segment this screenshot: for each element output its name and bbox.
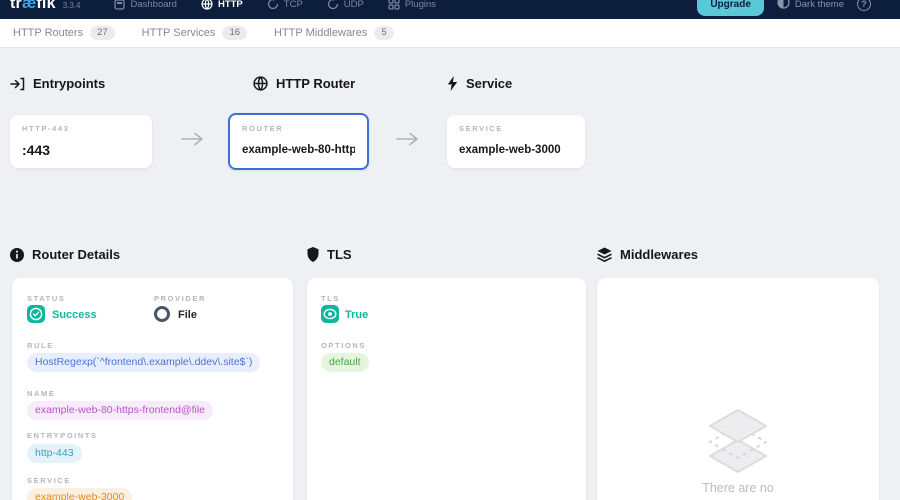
upgrade-button[interactable]: Upgrade (697, 0, 764, 16)
status-value: Success (52, 309, 97, 321)
router-card-label: ROUTER (242, 124, 284, 133)
options-chip: default (321, 353, 369, 373)
middlewares-heading: Middlewares (597, 247, 698, 262)
tab-http-middlewares[interactable]: HTTP Middlewares 5 (274, 26, 394, 40)
file-provider-icon (154, 306, 170, 322)
menu-item-dashboard[interactable]: Dashboard (114, 0, 177, 10)
bolt-icon (447, 76, 458, 91)
service-card[interactable]: SERVICE example-web-3000 (447, 115, 585, 168)
menu-item-udp[interactable]: UDP (327, 0, 364, 10)
topbar-right: Upgrade Dark theme ? (697, 0, 871, 16)
logo-part-accent: æ (21, 0, 37, 12)
tab-http-services[interactable]: HTTP Services 16 (141, 26, 248, 40)
tab-count-badge: 16 (222, 26, 248, 40)
options-label: OPTIONS (321, 341, 366, 350)
tls-on-toggle-icon (321, 305, 339, 323)
rule-label: RULE (27, 341, 54, 350)
service-chip: example-web-3000 (27, 488, 133, 500)
theme-label: Dark theme (794, 0, 844, 10)
heading-label: Service (466, 76, 513, 91)
menu-label: UDP (343, 0, 364, 10)
top-menu: Dashboard HTTP TCP UDP Plugins (114, 0, 436, 10)
dark-theme-toggle[interactable]: Dark theme (777, 0, 844, 12)
top-navbar: træfik 3.3.4 Dashboard HTTP TCP UDP Plug… (0, 0, 900, 19)
dashboard-icon (114, 0, 126, 10)
service-card-value: example-web-3000 (459, 144, 561, 156)
router-card-value: example-web-80-https… (242, 144, 355, 156)
menu-label: Plugins (404, 0, 437, 10)
entrypoint-card-label: HTTP-443 (22, 124, 70, 133)
menu-label: TCP (283, 0, 303, 10)
tab-label: HTTP Routers (13, 27, 84, 39)
router-details-panel: STATUS Success PROVIDER File RULE HostRe… (12, 278, 293, 500)
tab-http-routers[interactable]: HTTP Routers 27 (13, 26, 115, 40)
middlewares-empty-text: There are no (702, 481, 774, 495)
service-card-label: SERVICE (459, 124, 503, 133)
tab-label: HTTP Middlewares (274, 27, 368, 39)
http-router-heading: HTTP Router (253, 76, 355, 91)
provider-label: PROVIDER (154, 294, 206, 303)
tab-count-badge: 27 (90, 26, 115, 40)
tls-label: TLS (321, 294, 340, 303)
empty-layers-illustration (705, 408, 771, 485)
service-label: SERVICE (27, 476, 71, 485)
entrypoint-card-value: :443 (22, 142, 51, 158)
name-chip: example-web-80-https-frontend@file (27, 401, 213, 421)
rule-chip: HostRegexp(`^frontend\.example\.ddev\.si… (27, 353, 261, 373)
flow-arrow-icon (181, 132, 205, 151)
service-heading: Service (447, 76, 512, 91)
entrypoints-heading: Entrypoints (10, 76, 105, 91)
login-arrow-icon (10, 77, 25, 91)
tab-label: HTTP Services (141, 27, 216, 39)
entrypoints-label: ENTRYPOINTS (27, 431, 98, 440)
logo-part: tr (10, 0, 22, 12)
entrypoint-card[interactable]: HTTP-443 :443 (10, 115, 152, 168)
status-label: STATUS (27, 294, 66, 303)
tls-panel: TLS True OPTIONS default (307, 278, 586, 500)
logo-part: fik (36, 0, 56, 12)
subnav-tabs: HTTP Routers 27 HTTP Services 16 HTTP Mi… (0, 19, 900, 48)
heading-label: Middlewares (620, 247, 699, 262)
menu-item-tcp[interactable]: TCP (267, 0, 303, 10)
entrypoints-chip: http-443 (27, 444, 82, 464)
theme-icon (777, 0, 790, 12)
tls-value: True (345, 309, 369, 321)
router-details-heading: Router Details (10, 247, 120, 262)
tcp-icon (267, 0, 279, 10)
help-icon[interactable]: ? (857, 0, 871, 11)
flow-arrow-icon (396, 132, 420, 151)
main-content: Entrypoints HTTP Router Service HTTP-443… (0, 48, 900, 500)
version-label: 3.3.4 (62, 0, 81, 10)
globe-icon (253, 76, 268, 91)
shield-icon (307, 247, 319, 262)
plugins-icon (388, 0, 400, 10)
name-label: NAME (27, 389, 56, 398)
provider-value: File (178, 309, 197, 321)
menu-item-http[interactable]: HTTP (201, 0, 243, 10)
heading-label: Router Details (32, 247, 121, 262)
layers-icon (597, 247, 612, 262)
heading-label: TLS (327, 247, 352, 262)
globe-icon (201, 0, 213, 10)
menu-label: Dashboard (130, 0, 177, 10)
router-card[interactable]: ROUTER example-web-80-https… (228, 113, 369, 170)
tab-count-badge: 5 (374, 26, 394, 40)
tls-heading: TLS (307, 247, 352, 262)
menu-item-plugins[interactable]: Plugins (388, 0, 436, 10)
info-icon (10, 247, 24, 262)
heading-label: Entrypoints (33, 76, 106, 91)
menu-label: HTTP (217, 0, 243, 10)
success-check-icon (27, 305, 45, 323)
udp-icon (327, 0, 339, 10)
heading-label: HTTP Router (276, 76, 356, 91)
middlewares-panel: There are no (597, 278, 879, 500)
traefik-logo[interactable]: træfik (10, 0, 56, 13)
